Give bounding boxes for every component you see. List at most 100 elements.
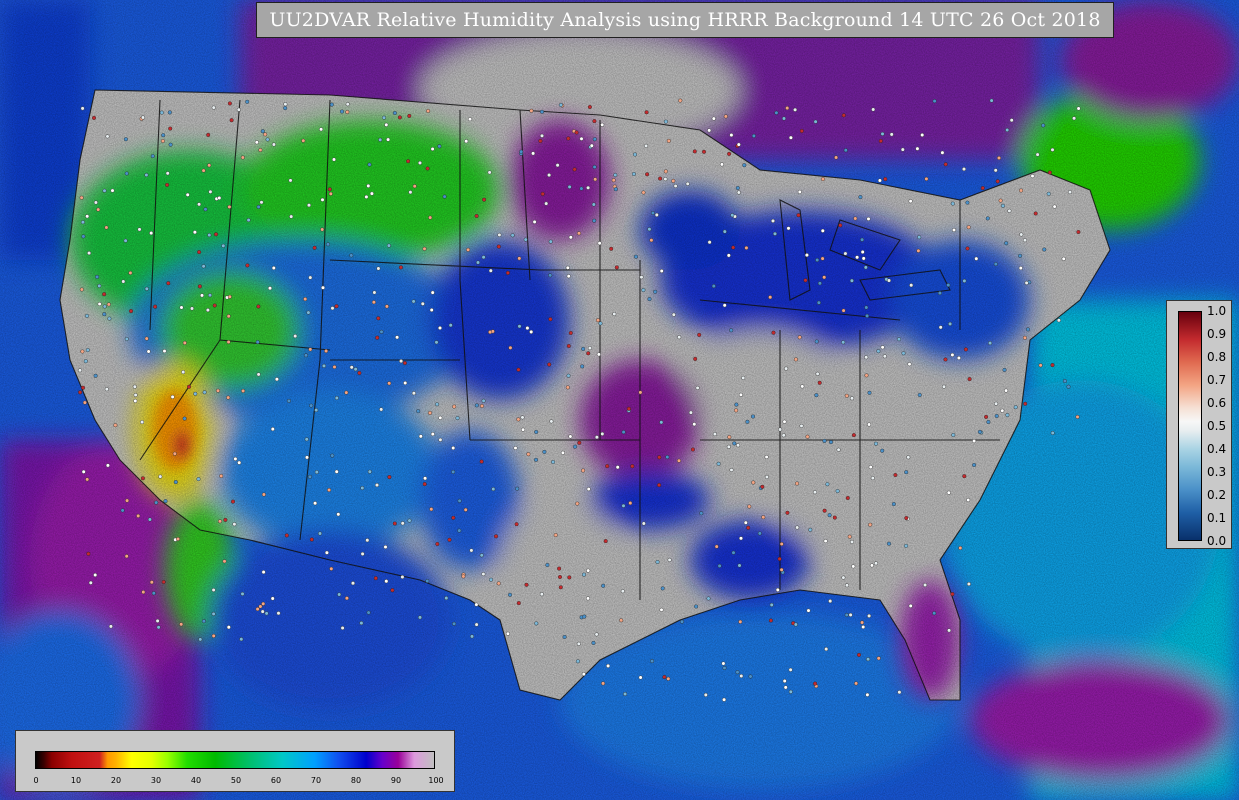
station-dot	[271, 266, 276, 271]
station-dot	[795, 481, 800, 486]
station-dot	[1005, 127, 1010, 132]
station-dot	[1007, 208, 1012, 213]
station-dot	[958, 546, 963, 551]
station-dot	[1050, 363, 1055, 368]
station-legend-tick-label: 0.4	[1207, 442, 1227, 456]
station-dot	[659, 420, 664, 425]
station-dot	[284, 533, 289, 538]
station-dot	[376, 266, 381, 271]
station-dot	[994, 401, 999, 406]
station-dot	[105, 463, 110, 468]
station-dot	[508, 592, 513, 597]
station-legend-tick-label: 0.3	[1207, 465, 1227, 479]
station-dot	[201, 264, 206, 269]
station-dot	[524, 582, 529, 587]
station-dot	[307, 203, 312, 208]
station-dot	[158, 474, 163, 479]
station-dot	[479, 459, 484, 464]
station-dot	[1076, 229, 1081, 234]
station-dot	[407, 518, 412, 523]
station-dot	[226, 340, 231, 345]
station-dot	[952, 227, 957, 232]
station-dot	[742, 163, 747, 168]
station-dot	[392, 110, 397, 115]
station-dot	[849, 278, 854, 283]
station-dot	[334, 396, 339, 401]
station-dot	[289, 214, 294, 219]
station-dot	[549, 419, 554, 424]
station-dot	[843, 251, 848, 256]
station-dot	[814, 339, 819, 344]
station-dot	[239, 637, 244, 642]
station-dot	[125, 498, 130, 503]
station-dot	[397, 115, 402, 120]
station-dot	[823, 539, 828, 544]
station-dot	[611, 178, 616, 183]
station-dot	[781, 433, 786, 438]
station-dot	[226, 625, 231, 630]
station-dot	[428, 215, 433, 220]
station-dot	[128, 270, 133, 275]
station-dot	[1046, 191, 1051, 196]
station-dot	[943, 162, 948, 167]
station-dot	[395, 335, 400, 340]
station-dot	[937, 291, 942, 296]
station-dot	[739, 536, 744, 541]
station-dot	[80, 106, 85, 111]
station-dot	[785, 106, 790, 111]
station-dot	[658, 176, 663, 181]
station-dot	[788, 135, 793, 140]
station-legend-strip	[1178, 311, 1202, 541]
station-dot	[1025, 327, 1030, 332]
station-dot	[77, 368, 82, 373]
station-dot	[721, 661, 726, 666]
station-dot	[91, 115, 96, 120]
station-dot	[399, 359, 404, 364]
station-dot	[1009, 118, 1014, 123]
station-dot	[304, 353, 309, 358]
station-dot	[482, 197, 487, 202]
station-dot	[332, 365, 337, 370]
station-dot	[301, 138, 306, 143]
colorbar-tick-label: 40	[190, 776, 202, 785]
station-dot	[226, 314, 231, 319]
station-dot	[102, 312, 107, 317]
station-dot	[853, 216, 858, 221]
station-dot	[768, 618, 773, 623]
station-dot	[619, 618, 624, 623]
station-dot	[551, 460, 556, 465]
station-dot	[270, 427, 275, 432]
station-dot	[904, 543, 909, 548]
station-dot	[1050, 431, 1055, 436]
station-dot	[795, 525, 800, 530]
station-dot	[1072, 116, 1077, 121]
station-dot	[245, 99, 250, 104]
station-dot	[217, 195, 222, 200]
colorbar-tick-label: 50	[230, 776, 242, 785]
station-dot	[288, 178, 293, 183]
station-dot	[256, 372, 261, 377]
station-dot	[313, 501, 318, 506]
station-dot	[345, 102, 350, 107]
station-dot	[416, 409, 421, 414]
station-dot	[192, 230, 197, 235]
station-legend-tick-label: 0.2	[1207, 488, 1227, 502]
station-dot	[813, 490, 818, 495]
station-dot	[851, 564, 856, 569]
station-dot	[438, 437, 443, 442]
station-dot	[387, 381, 392, 386]
station-dot	[97, 283, 102, 288]
station-dot	[796, 213, 801, 218]
station-dot	[692, 149, 697, 154]
station-dot	[359, 621, 364, 626]
station-dot	[525, 326, 530, 331]
station-dot	[673, 183, 678, 188]
station-dot	[887, 541, 892, 546]
station-dot	[904, 470, 909, 475]
station-dot	[258, 604, 263, 609]
station-dot	[1033, 211, 1038, 216]
station-dot	[452, 404, 457, 409]
station-dot	[817, 380, 822, 385]
station-dot	[479, 553, 484, 558]
station-dot	[593, 177, 598, 182]
